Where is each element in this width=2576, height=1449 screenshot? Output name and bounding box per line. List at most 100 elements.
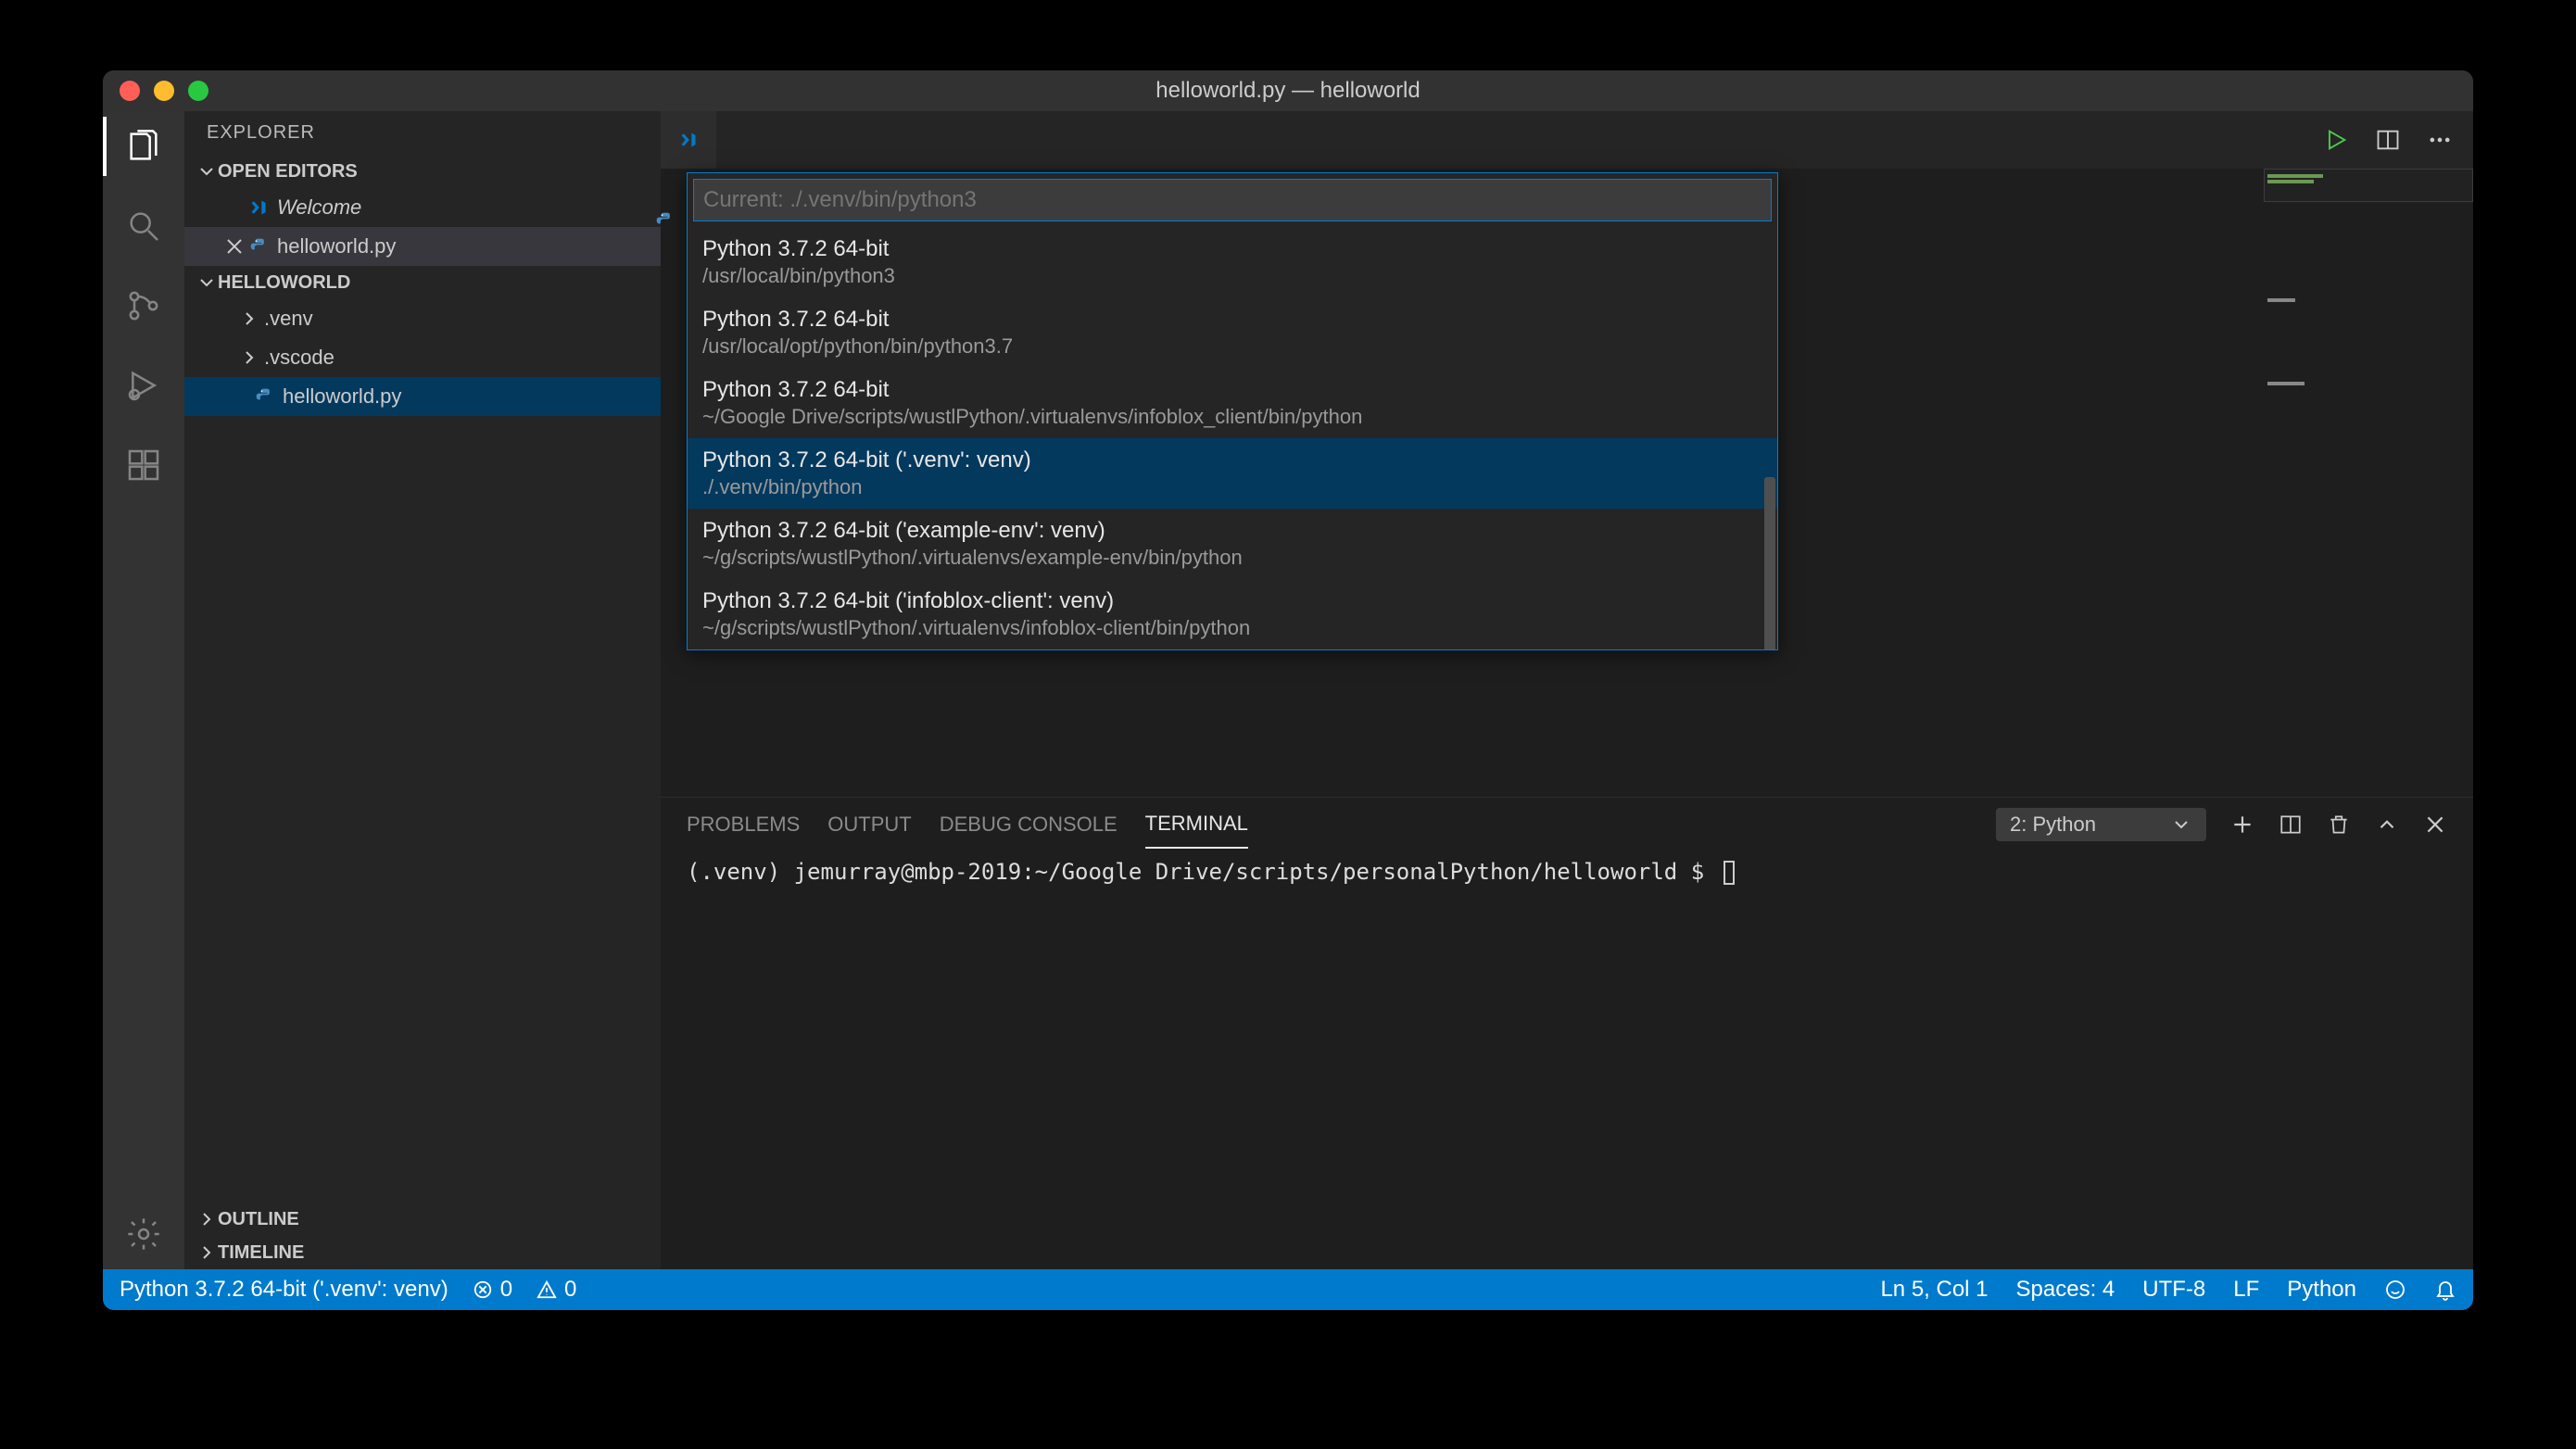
outline-label: OUTLINE: [218, 1209, 299, 1230]
open-editor-welcome[interactable]: Welcome: [184, 188, 661, 227]
status-warnings[interactable]: 0: [537, 1277, 576, 1303]
status-errors[interactable]: 0: [473, 1277, 512, 1303]
status-eol[interactable]: LF: [2233, 1277, 2259, 1303]
window-close-button[interactable]: [120, 81, 140, 101]
maximize-panel-button[interactable]: [2375, 813, 2399, 837]
editor-area[interactable]: Python 3.7.2 64-bit /usr/local/bin/pytho…: [661, 169, 2473, 797]
status-warnings-count: 0: [564, 1277, 576, 1303]
new-terminal-button[interactable]: [2230, 813, 2254, 837]
panel-tab-debug-console[interactable]: DEBUG CONSOLE: [940, 801, 1118, 848]
status-notifications[interactable]: [2434, 1279, 2456, 1301]
terminal-body[interactable]: (.venv) jemurray@mbp-2019:~/Google Drive…: [661, 851, 2473, 1269]
quickpick-input[interactable]: [693, 179, 1772, 221]
panel-tab-output[interactable]: OUTPUT: [827, 801, 911, 848]
open-editor-label: helloworld.py: [277, 234, 396, 258]
quickpick-item-detail: ./.venv/bin/python: [702, 475, 1762, 499]
quickpick-item-title: Python 3.7.2 64-bit ('.venv': venv): [702, 447, 1762, 473]
status-feedback[interactable]: [2384, 1279, 2406, 1301]
status-eol-label: LF: [2233, 1277, 2259, 1303]
quickpick-list: Python 3.7.2 64-bit /usr/local/bin/pytho…: [688, 227, 1777, 649]
chevron-down-icon: [196, 160, 212, 183]
split-editor-button[interactable]: [2375, 127, 2401, 153]
quickpick-item-title: Python 3.7.2 64-bit ('infoblox-client': …: [702, 588, 1762, 614]
quickpick-item-detail: ~/Google Drive/scripts/wustlPython/.virt…: [702, 405, 1762, 429]
minimap-line: [2267, 298, 2295, 302]
status-interpreter-label: Python 3.7.2 64-bit ('.venv': venv): [120, 1277, 448, 1303]
chevron-right-icon: [238, 308, 255, 330]
quickpick-item[interactable]: Python 3.7.2 64-bit ('example-env': venv…: [688, 509, 1777, 579]
outline-header[interactable]: OUTLINE: [184, 1203, 661, 1236]
status-indentation-label: Spaces: 4: [2016, 1277, 2115, 1303]
activity-explorer[interactable]: [121, 124, 166, 169]
python-icon: [249, 237, 268, 256]
run-button[interactable]: [2323, 127, 2349, 153]
chevron-down-icon: [196, 271, 212, 294]
tab-welcome[interactable]: [661, 111, 716, 169]
terminal-selector-label: 2: Python: [2010, 813, 2096, 837]
interpreter-quickpick: Python 3.7.2 64-bit /usr/local/bin/pytho…: [687, 172, 1778, 650]
quickpick-item-detail: ~/g/scripts/wustlPython/.virtualenvs/inf…: [702, 616, 1762, 640]
status-encoding-label: UTF-8: [2142, 1277, 2205, 1303]
status-indentation[interactable]: Spaces: 4: [2016, 1277, 2115, 1303]
folder-label: HELLOWORLD: [218, 272, 350, 294]
open-editor-label: Welcome: [277, 195, 361, 220]
sidebar-title: EXPLORER: [184, 111, 661, 155]
chevron-right-icon: [196, 1241, 212, 1264]
status-encoding[interactable]: UTF-8: [2142, 1277, 2205, 1303]
tree-item-label: .venv: [264, 307, 313, 331]
status-cursor-label: Ln 5, Col 1: [1880, 1277, 1988, 1303]
quickpick-item[interactable]: Python 3.7.2 64-bit ~/Google Drive/scrip…: [688, 368, 1777, 438]
panel-tab-terminal[interactable]: TERMINAL: [1145, 800, 1248, 849]
activity-extensions[interactable]: [121, 443, 166, 487]
split-terminal-button[interactable]: [2279, 813, 2303, 837]
quickpick-item[interactable]: Python 3.7.2 64-bit ('.venv': venv) ./.v…: [688, 438, 1777, 509]
close-panel-button[interactable]: [2423, 813, 2447, 837]
status-python-interpreter[interactable]: Python 3.7.2 64-bit ('.venv': venv): [120, 1277, 448, 1303]
folder-header[interactable]: HELLOWORLD: [184, 266, 661, 299]
status-language-label: Python: [2287, 1277, 2356, 1303]
open-editors-label: OPEN EDITORS: [218, 161, 358, 183]
activity-settings[interactable]: [121, 1212, 166, 1256]
editor-tabs: [661, 111, 2473, 169]
timeline-header[interactable]: TIMELINE: [184, 1236, 661, 1269]
activity-run-debug[interactable]: [121, 363, 166, 408]
status-errors-count: 0: [500, 1277, 512, 1303]
window-zoom-button[interactable]: [188, 81, 208, 101]
vscode-window: helloworld.py — helloworld: [103, 70, 2473, 1310]
open-editors-header[interactable]: OPEN EDITORS: [184, 155, 661, 188]
python-icon: [655, 211, 674, 230]
quickpick-item-detail: ~/g/scripts/wustlPython/.virtualenvs/exa…: [702, 546, 1762, 570]
quickpick-item[interactable]: Python 3.7.2 64-bit /usr/local/bin/pytho…: [688, 227, 1777, 297]
activity-source-control[interactable]: [121, 284, 166, 328]
status-language-mode[interactable]: Python: [2287, 1277, 2356, 1303]
open-editor-helloworld[interactable]: helloworld.py: [184, 227, 661, 266]
minimap[interactable]: [2264, 169, 2473, 539]
quickpick-scrollbar[interactable]: [1764, 477, 1775, 649]
terminal-selector[interactable]: 2: Python: [1996, 808, 2206, 841]
tree-item-label: .vscode: [264, 346, 335, 370]
file-helloworld[interactable]: helloworld.py: [184, 377, 661, 416]
window-title: helloworld.py — helloworld: [103, 78, 2473, 104]
quickpick-item-detail: /usr/local/bin/python3: [702, 264, 1762, 288]
window-minimize-button[interactable]: [154, 81, 174, 101]
timeline-label: TIMELINE: [218, 1242, 304, 1264]
folder-vscode[interactable]: .vscode: [184, 338, 661, 377]
chevron-right-icon: [196, 1208, 212, 1230]
bottom-panel: PROBLEMS OUTPUT DEBUG CONSOLE TERMINAL 2…: [661, 797, 2473, 1269]
quickpick-item[interactable]: Python 3.7.2 64-bit ('infoblox-client': …: [688, 579, 1777, 649]
terminal-prompt: (.venv) jemurray@mbp-2019:~/Google Drive…: [687, 859, 1718, 885]
explorer-sidebar: EXPLORER OPEN EDITORS Welcome: [184, 111, 661, 1269]
close-icon[interactable]: [223, 235, 240, 258]
status-cursor-position[interactable]: Ln 5, Col 1: [1880, 1277, 1988, 1303]
vscode-icon: [249, 198, 268, 217]
panel-tab-problems[interactable]: PROBLEMS: [687, 801, 800, 848]
quickpick-item-title: Python 3.7.2 64-bit ('example-env': venv…: [702, 518, 1762, 544]
minimap-line: [2267, 174, 2323, 178]
quickpick-item[interactable]: Python 3.7.2 64-bit /usr/local/opt/pytho…: [688, 297, 1777, 368]
activity-search[interactable]: [121, 204, 166, 248]
more-actions-button[interactable]: [2427, 127, 2453, 153]
kill-terminal-button[interactable]: [2327, 813, 2351, 837]
terminal-cursor: [1724, 861, 1735, 885]
python-icon: [255, 387, 273, 406]
folder-venv[interactable]: .venv: [184, 299, 661, 338]
